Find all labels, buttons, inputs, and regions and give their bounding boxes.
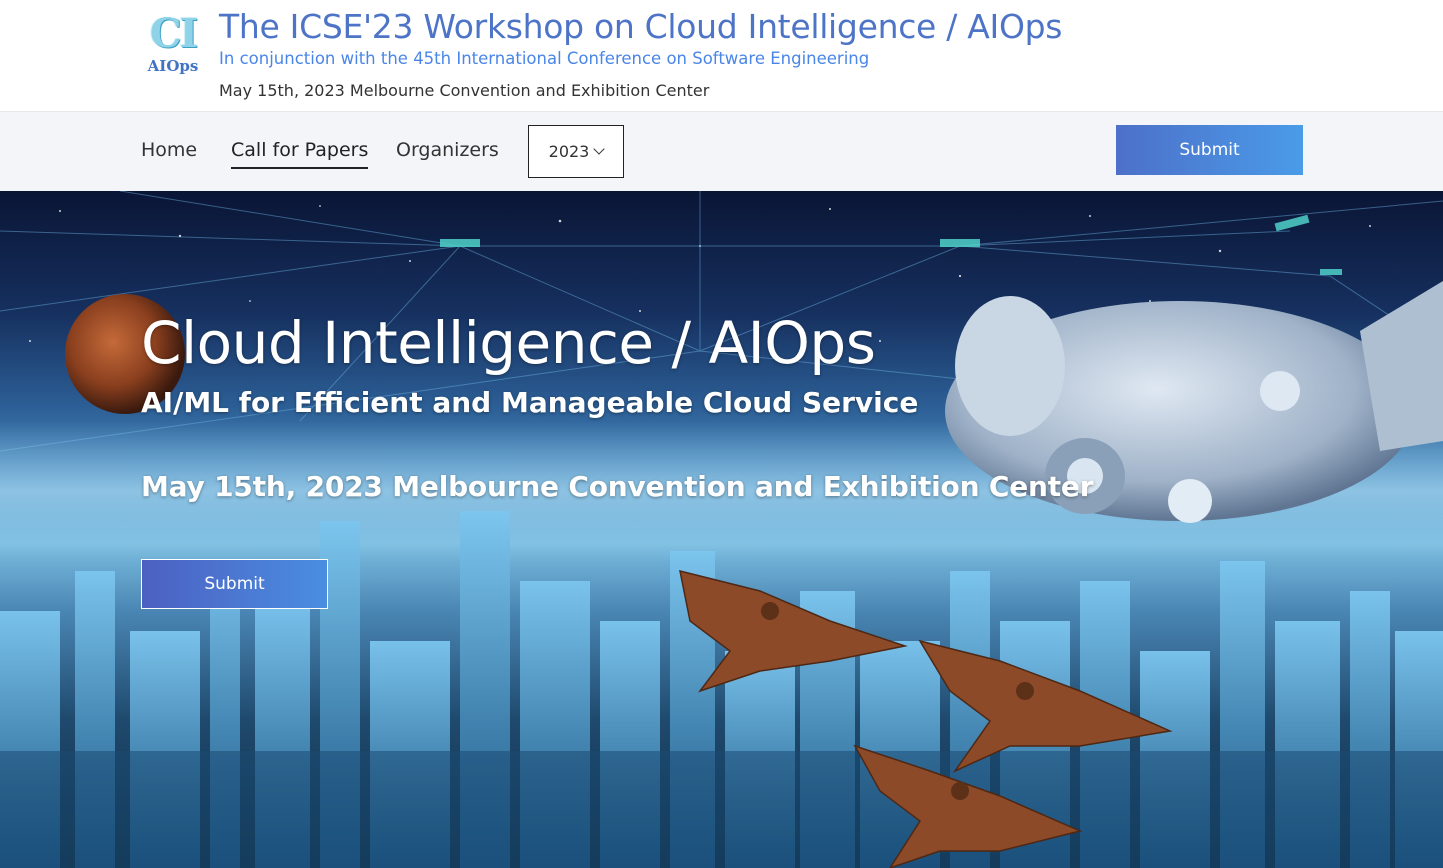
year-select-value: 2023 [548, 142, 590, 161]
logo-aiops-text: AIOps [147, 57, 199, 75]
hero-submit-button[interactable]: Submit [141, 559, 328, 609]
site-subtitle: In conjunction with the 45th Internation… [219, 49, 870, 68]
site-header: CI AIOps The ICSE'23 Workshop on Cloud I… [0, 0, 1443, 111]
hero-subtitle: AI/ML for Efficient and Manageable Cloud… [141, 386, 919, 419]
hero-background-image [0, 191, 1443, 868]
main-nav: Home Call for Papers Organizers 2023 Sub… [0, 111, 1443, 191]
logo-ci-text: CI [149, 10, 199, 57]
year-select[interactable]: 2023 [528, 125, 624, 178]
nav-item-organizers[interactable]: Organizers [396, 137, 499, 163]
hero-date-location: May 15th, 2023 Melbourne Convention and … [141, 470, 1094, 503]
site-title[interactable]: The ICSE'23 Workshop on Cloud Intelligen… [219, 6, 1062, 48]
site-date-location: May 15th, 2023 Melbourne Convention and … [219, 81, 710, 100]
nav-item-call-for-papers[interactable]: Call for Papers [231, 137, 369, 169]
chevron-down-icon [593, 143, 606, 155]
hero-title: Cloud Intelligence / AIOps [141, 309, 876, 377]
hero-banner: Cloud Intelligence / AIOps AI/ML for Eff… [0, 191, 1443, 868]
site-logo[interactable]: CI AIOps [144, 12, 202, 78]
nav-item-home[interactable]: Home [141, 137, 197, 163]
nav-submit-button[interactable]: Submit [1116, 125, 1303, 175]
